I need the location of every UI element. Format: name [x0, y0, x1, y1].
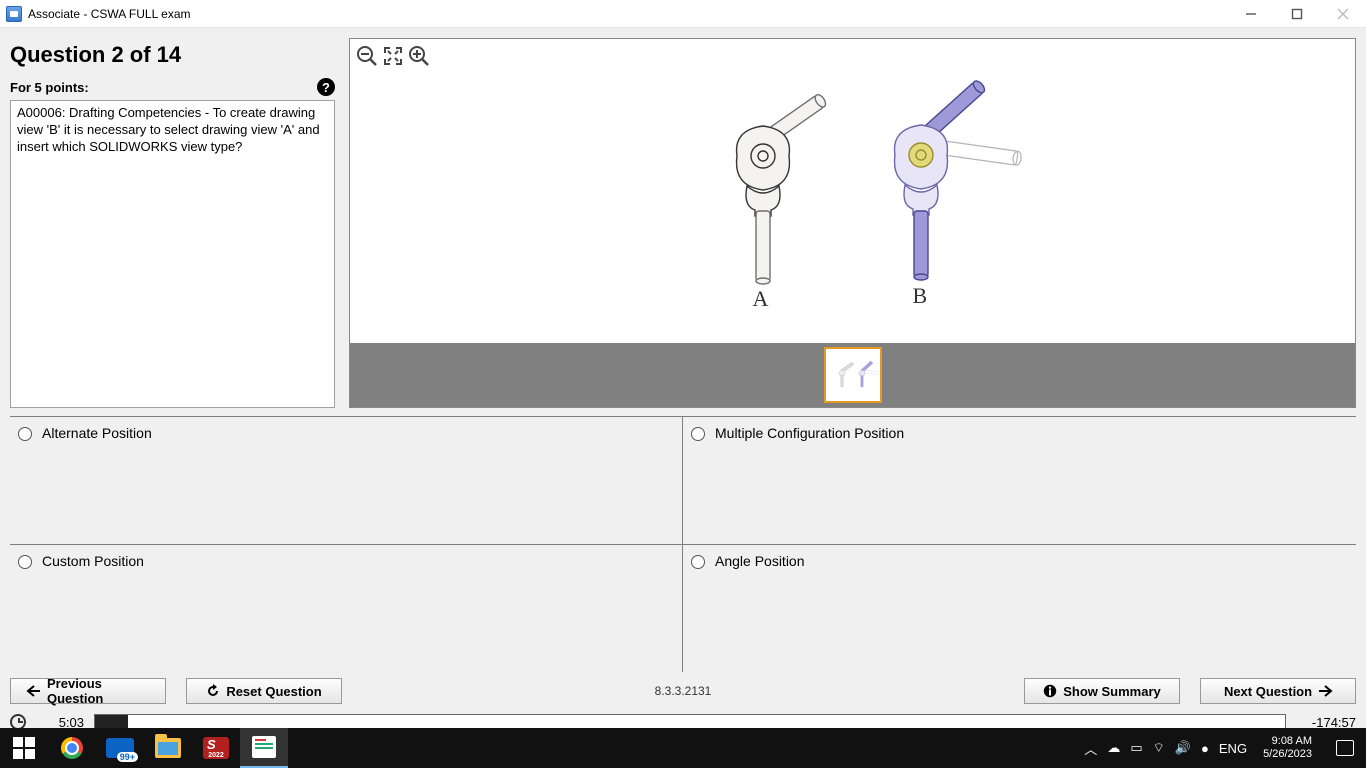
taskbar-file-explorer[interactable]: [144, 728, 192, 768]
next-label: Next Question: [1224, 684, 1312, 699]
points-label: For 5 points:: [10, 80, 89, 95]
fit-icon[interactable]: [380, 43, 406, 69]
sync-icon[interactable]: ●: [1201, 741, 1209, 756]
image-viewer: A: [349, 38, 1356, 408]
exam-app-icon: [252, 736, 276, 758]
solidworks-icon: 2022: [203, 737, 229, 759]
answer-option-multiple-config[interactable]: Multiple Configuration Position: [683, 416, 1356, 544]
chevron-up-icon[interactable]: ︿: [1084, 739, 1097, 758]
zoom-in-icon[interactable]: [406, 43, 432, 69]
answer-label: Custom Position: [42, 553, 144, 569]
close-button[interactable]: [1320, 0, 1366, 28]
radio-icon: [691, 555, 705, 569]
answer-option-custom[interactable]: Custom Position: [10, 544, 683, 672]
answer-label: Angle Position: [715, 553, 805, 569]
label-b: B: [913, 283, 928, 309]
nav-row: Previous Question Reset Question 8.3.3.2…: [0, 672, 1366, 710]
answer-label: Alternate Position: [42, 425, 152, 441]
radio-icon: [18, 427, 32, 441]
radio-icon: [18, 555, 32, 569]
previous-question-button[interactable]: Previous Question: [10, 678, 166, 704]
language-indicator[interactable]: ENG: [1219, 741, 1247, 756]
onedrive-icon[interactable]: ☁: [1107, 740, 1120, 756]
next-question-button[interactable]: Next Question: [1200, 678, 1356, 704]
taskbar-chrome[interactable]: [48, 728, 96, 768]
taskbar-mail[interactable]: 99+: [96, 728, 144, 768]
taskbar: 99+ 2022 ︿ ☁ ▭ ⌔ 🔊 ● ENG 9:08 AM 5/26/20…: [0, 728, 1366, 768]
answer-label: Multiple Configuration Position: [715, 425, 904, 441]
summary-label: Show Summary: [1063, 684, 1161, 699]
window-controls: [1228, 0, 1366, 28]
folder-icon: [155, 738, 181, 758]
windows-icon: [13, 737, 35, 759]
taskbar-clock[interactable]: 9:08 AM 5/26/2023: [1257, 735, 1318, 761]
help-icon[interactable]: ?: [317, 78, 335, 96]
image-toolbar: [354, 43, 432, 69]
thumbnail-1[interactable]: [824, 347, 882, 403]
question-pane: Question 2 of 14 For 5 points: ? A00006:…: [10, 34, 335, 408]
thumbnail-strip: [350, 343, 1355, 407]
previous-label: Previous Question: [47, 676, 149, 706]
arrow-left-icon: [27, 685, 41, 697]
answer-option-alternate[interactable]: Alternate Position: [10, 416, 683, 544]
question-header: Question 2 of 14: [10, 34, 335, 78]
progress-fill: [95, 715, 128, 729]
zoom-out-icon[interactable]: [354, 43, 380, 69]
reset-icon: [206, 684, 220, 698]
mail-icon: 99+: [106, 738, 134, 758]
show-summary-button[interactable]: Show Summary: [1024, 678, 1180, 704]
minimize-button[interactable]: [1228, 0, 1274, 28]
question-text: A00006: Drafting Competencies - To creat…: [17, 105, 320, 154]
taskbar-exam-app[interactable]: [240, 728, 288, 768]
info-icon: [1043, 684, 1057, 698]
app-icon: [6, 6, 22, 22]
mail-badge: 99+: [117, 752, 138, 762]
wifi-icon[interactable]: ⌔: [1153, 740, 1165, 756]
start-button[interactable]: [0, 728, 48, 768]
notifications-icon[interactable]: [1336, 740, 1354, 756]
battery-icon[interactable]: ▭: [1130, 740, 1142, 756]
system-tray[interactable]: ︿ ☁ ▭ ⌔ 🔊 ● ENG: [1084, 739, 1247, 758]
drawing-view-a: [693, 71, 833, 291]
question-image[interactable]: A: [350, 39, 1355, 343]
reset-question-button[interactable]: Reset Question: [186, 678, 342, 704]
taskbar-date: 5/26/2023: [1263, 748, 1312, 761]
taskbar-time: 9:08 AM: [1263, 735, 1312, 748]
sw-year: 2022: [208, 752, 224, 759]
volume-icon[interactable]: 🔊: [1175, 740, 1191, 756]
arrow-right-icon: [1318, 685, 1332, 697]
reset-label: Reset Question: [226, 684, 321, 699]
question-text-box: A00006: Drafting Competencies - To creat…: [10, 100, 335, 408]
maximize-button[interactable]: [1274, 0, 1320, 28]
taskbar-solidworks[interactable]: 2022: [192, 728, 240, 768]
window-titlebar: Associate - CSWA FULL exam: [0, 0, 1366, 28]
radio-icon: [691, 427, 705, 441]
label-a: A: [753, 286, 769, 312]
chrome-icon: [61, 737, 83, 759]
window-title: Associate - CSWA FULL exam: [28, 7, 191, 21]
drawing-view-b: [843, 67, 1033, 287]
version-label: 8.3.3.2131: [655, 684, 712, 698]
answers-grid: Alternate Position Multiple Configuratio…: [10, 416, 1356, 672]
answer-option-angle[interactable]: Angle Position: [683, 544, 1356, 672]
